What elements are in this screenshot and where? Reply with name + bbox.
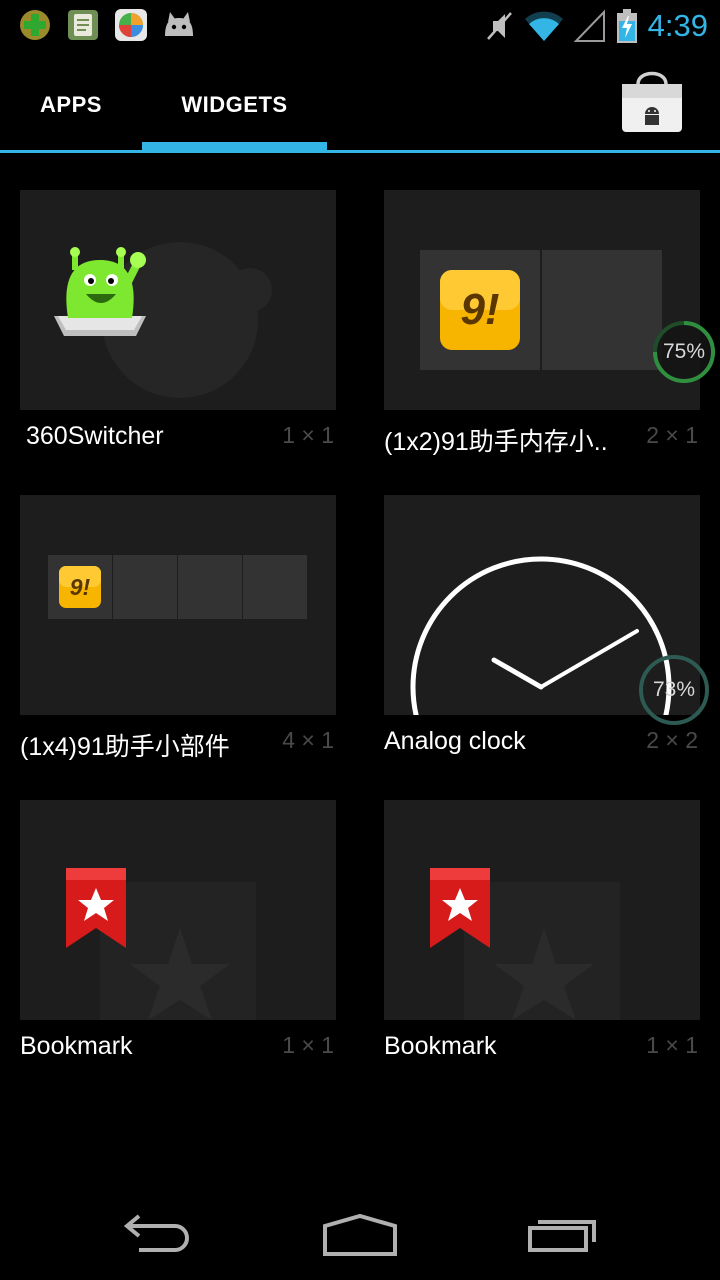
navigation-bar (0, 1190, 720, 1280)
360switcher-icon (54, 242, 272, 398)
widget-label: 360Switcher (26, 422, 164, 450)
widget-size: 2 × 1 (646, 422, 698, 448)
widget-size: 1 × 1 (646, 1032, 698, 1058)
tab-bar-underline (0, 150, 720, 153)
svg-text:9!: 9! (460, 285, 499, 334)
tab-bar: APPS WIDGETS (0, 60, 720, 154)
memory-usage-overlay[interactable]: 73% (638, 654, 710, 726)
home-icon[interactable] (315, 1208, 405, 1264)
widget-size: 4 × 1 (282, 727, 334, 753)
android-cat-icon (165, 12, 193, 36)
widget-preview: 9! (20, 495, 336, 715)
system-status-icons: 4:39 (484, 4, 708, 48)
tab-apps[interactable]: APPS (0, 60, 142, 150)
bookmark-icon (430, 868, 620, 1020)
mute-icon (486, 12, 512, 40)
plus-app-icon (20, 10, 50, 40)
recent-apps-icon[interactable] (518, 1208, 608, 1264)
widget-size: 1 × 1 (282, 422, 334, 448)
notepad-icon (68, 10, 98, 40)
widget-label: Analog clock (384, 727, 526, 755)
widget-label: Bookmark (20, 1032, 133, 1060)
widget-label: Bookmark (384, 1032, 497, 1060)
signal-icon (573, 9, 605, 42)
widget-label: (1x4)91助手小部件 (20, 733, 230, 761)
browser-app-icon (115, 9, 147, 41)
widget-label: (1x2)91助手内存小.. (384, 428, 608, 456)
widget-preview (20, 800, 336, 1020)
widget-size: 1 × 1 (282, 1032, 334, 1058)
status-clock: 4:39 (647, 8, 708, 43)
memory-usage-text: 75% (662, 340, 706, 363)
memory-usage-text: 73% (652, 678, 696, 701)
widget-size: 2 × 2 (646, 727, 698, 753)
91-assistant-icon: 9! (48, 555, 307, 619)
svg-text:9!: 9! (70, 574, 91, 600)
widget-preview (384, 800, 700, 1020)
play-store-button[interactable] (616, 66, 688, 138)
memory-usage-overlay[interactable]: 75% (652, 320, 716, 384)
battery-charging-icon (616, 9, 637, 43)
widget-preview (20, 190, 336, 410)
status-bar: 4:39 (0, 0, 720, 50)
bookmark-icon (66, 868, 256, 1020)
wifi-icon (524, 11, 563, 41)
back-icon[interactable] (115, 1208, 205, 1264)
tab-widgets[interactable]: WIDGETS (142, 60, 327, 150)
